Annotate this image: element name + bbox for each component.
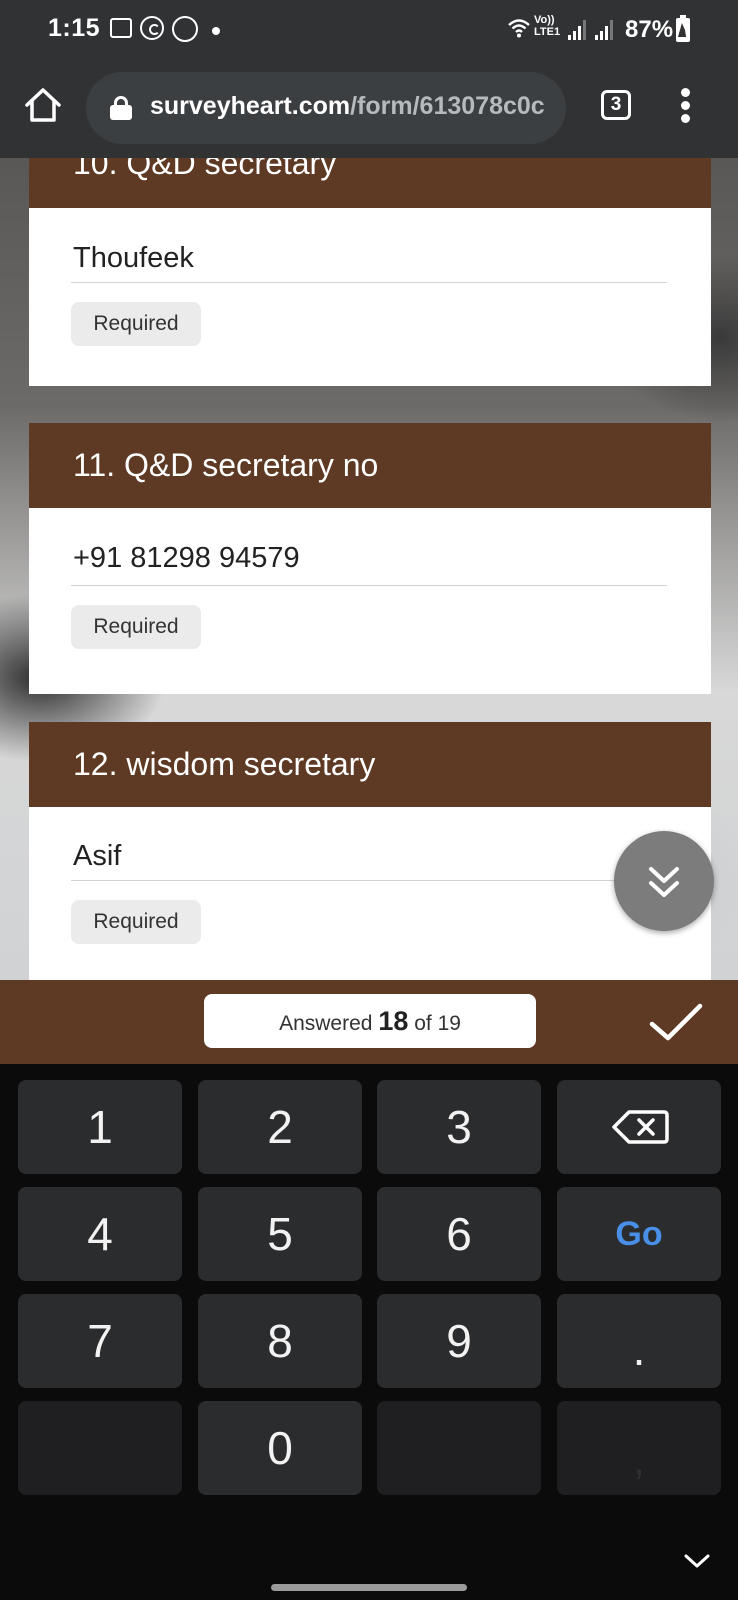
key-5[interactable]: 5	[198, 1187, 362, 1281]
comma-key: ,	[557, 1401, 721, 1495]
progress-separator: of	[414, 1012, 432, 1035]
more-options-icon[interactable]	[674, 86, 698, 126]
url-host: surveyheart.com	[150, 92, 351, 120]
signal-strength-sim1-icon	[568, 20, 590, 40]
question-title: 12. wisdom secretary	[29, 722, 711, 807]
answered-progress: Answered 18 of 19	[204, 994, 536, 1048]
signal-strength-sim2-icon	[595, 20, 617, 40]
whatsapp-notification-icon	[140, 16, 164, 40]
total-count: 19	[437, 1012, 461, 1035]
browser-toolbar: surveyheart.com/form/613078c0c 3	[0, 62, 738, 158]
key-4[interactable]: 4	[18, 1187, 182, 1281]
battery-percent: 87%	[625, 16, 674, 43]
url-path: /form/613078c0c	[350, 92, 545, 120]
lock-icon	[110, 96, 132, 120]
scroll-down-button[interactable]	[614, 831, 714, 931]
status-bar: 1:15 Vo)) LTE1 87%	[0, 0, 738, 62]
required-badge: Required	[71, 900, 201, 944]
question-title: 11. Q&D secretary no	[29, 423, 711, 508]
backspace-key[interactable]	[557, 1080, 721, 1174]
status-time: 1:15	[48, 14, 101, 42]
answer-input[interactable]: Thoufeek	[73, 242, 194, 275]
numeric-keyboard: 1 2 3 4 5 6 Go 7 8 9 . 0 ,	[0, 1064, 738, 1600]
progress-prefix: Answered	[279, 1012, 373, 1035]
chevron-right-icon[interactable]	[682, 1546, 712, 1576]
battery-charging-icon	[676, 15, 690, 42]
home-icon[interactable]	[22, 84, 64, 126]
key-2[interactable]: 2	[198, 1080, 362, 1174]
key-3[interactable]: 3	[377, 1080, 541, 1174]
answer-input[interactable]: +91 81298 94579	[73, 542, 300, 575]
submit-check-icon[interactable]	[648, 1000, 704, 1044]
volte-line2: LTE1	[534, 26, 561, 38]
empty-key-middle	[377, 1401, 541, 1495]
required-badge: Required	[71, 605, 201, 649]
empty-key-left	[18, 1401, 182, 1495]
answer-underline	[71, 282, 667, 283]
answer-underline	[71, 585, 667, 586]
gallery-notification-icon	[110, 18, 132, 38]
required-badge: Required	[71, 302, 201, 346]
volte-indicator: Vo)) LTE1	[534, 14, 560, 38]
answer-input[interactable]: Asif	[73, 840, 121, 873]
key-9[interactable]: 9	[377, 1294, 541, 1388]
url-text[interactable]: surveyheart.com/form/613078c0c	[150, 92, 545, 121]
progress-footer: Answered 18 of 19	[0, 980, 738, 1064]
more-notifications-dot-icon	[212, 27, 220, 35]
decimal-key[interactable]: .	[557, 1294, 721, 1388]
address-bar[interactable]: surveyheart.com/form/613078c0c	[86, 72, 566, 144]
answered-count: 18	[378, 1006, 409, 1036]
app-notification-icon	[172, 16, 198, 42]
key-0[interactable]: 0	[198, 1401, 362, 1495]
answer-underline	[71, 880, 667, 881]
go-key[interactable]: Go	[557, 1187, 721, 1281]
question-card-12: 12. wisdom secretary Asif Required	[29, 722, 711, 980]
double-chevron-down-icon	[649, 867, 679, 897]
gesture-nav-handle[interactable]	[271, 1584, 467, 1591]
question-title: 10. Q&D secretary	[29, 158, 711, 208]
question-card-11: 11. Q&D secretary no +91 81298 94579 Req…	[29, 423, 711, 694]
backspace-icon	[612, 1110, 669, 1144]
tab-switcher-button[interactable]: 3	[601, 90, 631, 120]
key-7[interactable]: 7	[18, 1294, 182, 1388]
wifi-icon	[508, 19, 530, 38]
question-card-10: 10. Q&D secretary Thoufeek Required	[29, 158, 711, 386]
key-6[interactable]: 6	[377, 1187, 541, 1281]
key-8[interactable]: 8	[198, 1294, 362, 1388]
key-1[interactable]: 1	[18, 1080, 182, 1174]
volte-line1: Vo))	[534, 14, 555, 26]
